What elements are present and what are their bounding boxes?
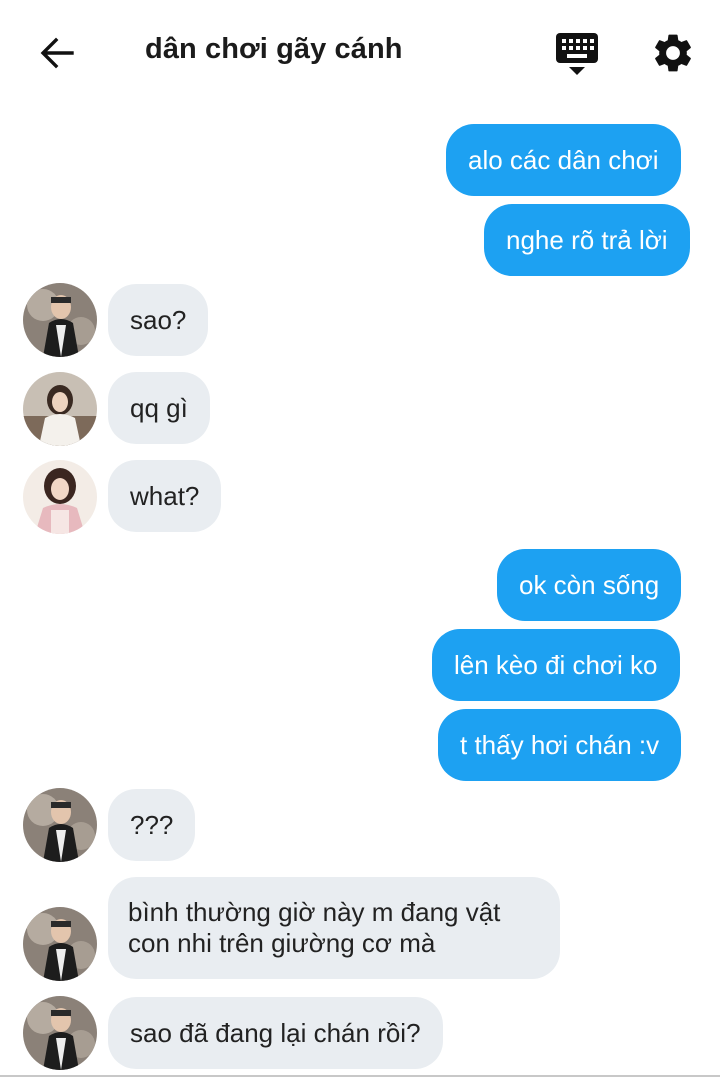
incoming-message-bubble[interactable]: sao? [108, 284, 209, 356]
incoming-message-bubble[interactable]: sao đã đang lại chán rồi? [108, 997, 443, 1069]
outgoing-message-bubble[interactable]: t thấy hơi chán :v [438, 709, 682, 781]
outgoing-message-bubble[interactable]: lên kèo đi chơi ko [432, 629, 680, 701]
incoming-message-bubble[interactable]: bình thường giờ này m đang vật con nhi t… [108, 877, 561, 979]
keyboard-button[interactable] [553, 30, 601, 78]
avatar[interactable] [23, 372, 97, 446]
settings-button[interactable] [650, 30, 696, 76]
incoming-message-bubble[interactable]: qq gì [108, 372, 210, 444]
chat-header: dân chơi gãy cánh [0, 0, 720, 104]
avatar[interactable] [23, 283, 97, 357]
avatar[interactable] [23, 996, 97, 1070]
incoming-message-bubble[interactable]: what? [108, 460, 222, 532]
incoming-message-bubble[interactable]: ??? [108, 789, 196, 861]
keyboard-icon [556, 33, 598, 75]
arrow-left-icon [40, 37, 74, 69]
back-button[interactable] [36, 32, 78, 74]
outgoing-message-bubble[interactable]: alo các dân chơi [446, 124, 681, 196]
avatar[interactable] [23, 907, 97, 981]
avatar[interactable] [23, 788, 97, 862]
outgoing-message-bubble[interactable]: nghe rõ trả lời [484, 204, 690, 276]
outgoing-message-bubble[interactable]: ok còn sống [497, 549, 682, 621]
chat-title: dân chơi gãy cánh [145, 33, 403, 65]
gear-icon [655, 34, 691, 72]
avatar[interactable] [23, 460, 97, 534]
